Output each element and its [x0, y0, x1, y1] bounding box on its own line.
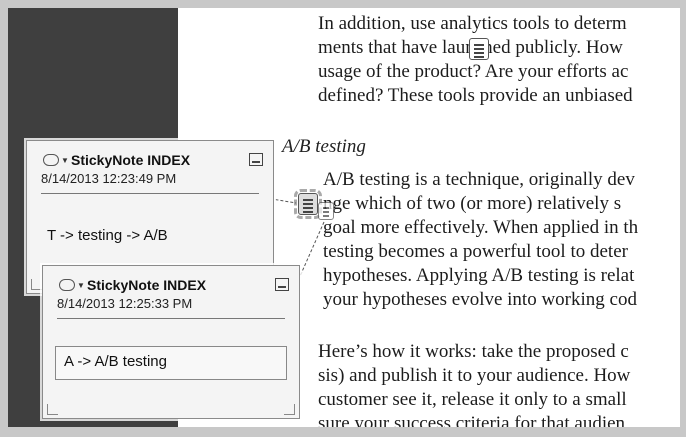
text-line: testing becomes a powerful tool to deter [323, 241, 628, 262]
note-date: 8/14/2013 12:23:49 PM [41, 171, 177, 186]
resize-grip-icon[interactable] [284, 404, 295, 415]
text-line: A/B testing is a technique, originally d… [323, 169, 635, 190]
comment-bubble-icon [59, 279, 75, 291]
text-line: hypotheses. Applying A/B testing is rela… [323, 265, 635, 286]
text-line: your hypotheses evolve into working cod [323, 289, 637, 310]
text-line: sis) and publish it to your audience. Ho… [318, 365, 631, 386]
note-header: ▼ StickyNote INDEX [53, 274, 289, 296]
text-line: defined? These tools provide an unbiased [318, 85, 633, 106]
text-line: nge which of two (or more) relatively s [323, 193, 622, 214]
resize-grip-icon[interactable] [47, 404, 58, 415]
note-marker-icon[interactable] [318, 202, 334, 220]
sticky-note-2[interactable]: ▼ StickyNote INDEX 8/14/2013 12:25:33 PM… [42, 265, 300, 419]
text-line: customer see it, release it only to a sm… [318, 389, 627, 410]
minimize-button[interactable] [275, 278, 289, 291]
divider [41, 193, 259, 194]
note-text-input[interactable]: A -> A/B testing [55, 346, 287, 380]
chevron-down-icon[interactable]: ▼ [77, 281, 85, 290]
note-title: StickyNote INDEX [71, 152, 191, 168]
text-line: ments that have launched publicly. How [318, 37, 623, 58]
note-marker-icon[interactable] [469, 38, 489, 60]
comment-bubble-icon [43, 154, 59, 166]
text-line: Here’s how it works: take the proposed c [318, 341, 629, 362]
minimize-button[interactable] [249, 153, 263, 166]
note-text[interactable]: T -> testing -> A/B [39, 221, 261, 255]
note-date: 8/14/2013 12:25:33 PM [57, 296, 193, 311]
paragraph-3: Here’s how it works: take the proposed c… [318, 340, 680, 427]
text-line: In addition, use analytics tools to dete… [318, 13, 627, 34]
chevron-down-icon[interactable]: ▼ [61, 156, 69, 165]
text-line: goal more effectively. When applied in t… [323, 217, 639, 238]
note-header: ▼ StickyNote INDEX [37, 149, 263, 171]
note-marker-icon[interactable] [294, 189, 322, 219]
text-line: usage of the product? Are your efforts a… [318, 61, 629, 82]
paragraph-1: In addition, use analytics tools to dete… [318, 12, 680, 108]
section-heading: A/B testing [282, 136, 366, 157]
divider [57, 318, 285, 319]
text-line: sure your success criteria for that audi… [318, 413, 626, 427]
note-title: StickyNote INDEX [87, 277, 207, 293]
paragraph-2: A/B testing is a technique, originally d… [323, 168, 680, 312]
resize-grip-icon[interactable] [31, 279, 42, 290]
